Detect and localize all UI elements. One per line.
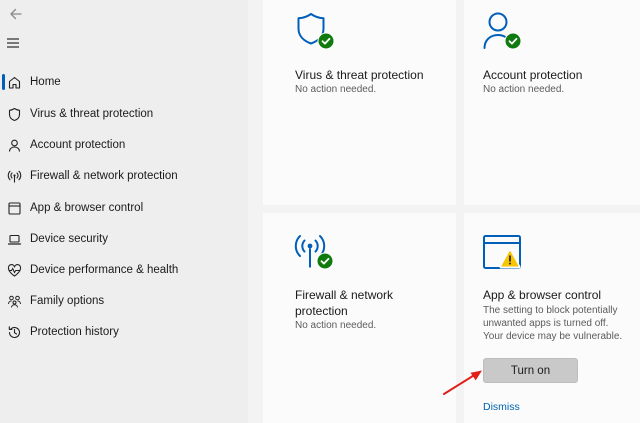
back-arrow-icon[interactable] [6,4,26,24]
wifi-antenna-icon [7,169,22,184]
sidebar-item-account[interactable]: Account protection [0,131,248,159]
sidebar-item-label: Account protection [30,139,126,151]
app-window-icon [7,201,22,216]
antenna-check-icon [294,232,336,272]
family-icon [7,294,22,309]
history-icon [7,325,22,340]
dismiss-link[interactable]: Dismiss [483,401,520,413]
sidebar-item-label: Protection history [30,326,119,338]
card-title-line2: protection [295,304,348,318]
card-virus-threat[interactable] [263,0,456,205]
sidebar-item-protection-history[interactable]: Protection history [0,318,248,346]
shield-check-icon [294,12,336,52]
sidebar-item-label: Firewall & network protection [30,170,178,182]
annotation-arrow-icon [440,366,490,398]
sidebar-item-label: Home [30,76,61,88]
card-desc-line1: The setting to block potentially [483,305,618,316]
sidebar-item-home[interactable]: Home [0,68,248,96]
card-title: Account protection [483,68,583,82]
card-title-line1: Firewall & network [295,288,394,302]
card-title: App & browser control [483,288,602,302]
menu-icon[interactable] [6,36,22,50]
card-desc-line2: unwanted apps is turned off. [483,318,609,329]
sidebar-item-device-security[interactable]: Device security [0,225,248,253]
sidebar-item-label: Family options [30,295,105,307]
sidebar-item-family[interactable]: Family options [0,287,248,315]
card-desc-line3: Your device may be vulnerable. [483,331,623,342]
sidebar-item-label: Virus & threat protection [30,108,154,120]
sidebar-item-firewall[interactable]: Firewall & network protection [0,162,248,190]
sidebar-item-label: App & browser control [30,202,144,214]
sidebar: Home Virus & threat protection Account p… [0,0,248,423]
app-window-warning-icon [482,234,524,274]
card-status: No action needed. [295,320,377,331]
sidebar-item-virus[interactable]: Virus & threat protection [0,100,248,128]
heart-pulse-icon [7,263,22,278]
sidebar-item-app-browser[interactable]: App & browser control [0,194,248,222]
sidebar-item-device-performance[interactable]: Device performance & health [0,256,248,284]
laptop-icon [7,232,22,247]
sidebar-item-label: Device performance & health [30,264,179,276]
person-check-icon [482,10,524,52]
card-firewall[interactable] [263,213,456,423]
home-icon [7,75,22,90]
shield-icon [7,107,22,122]
card-status: No action needed. [295,84,377,95]
turn-on-button[interactable]: Turn on [483,358,578,383]
card-title: Virus & threat protection [295,68,424,82]
person-icon [7,138,22,153]
sidebar-item-label: Device security [30,233,108,245]
card-status: No action needed. [483,84,565,95]
